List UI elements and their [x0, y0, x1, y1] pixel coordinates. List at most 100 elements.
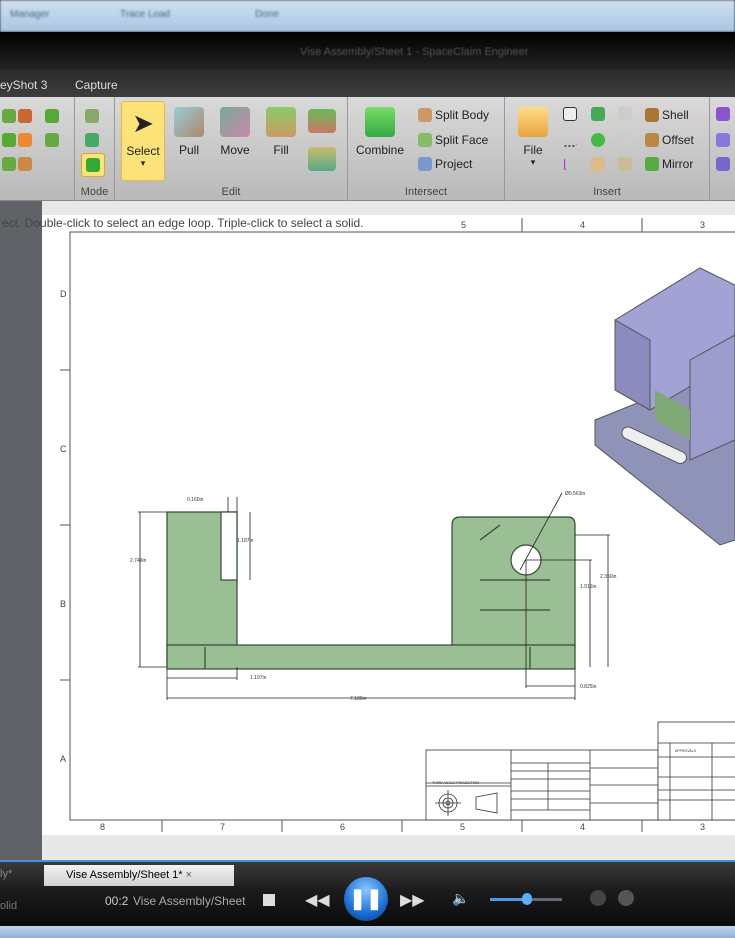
extrude-icon[interactable] — [591, 157, 605, 171]
tab-capture[interactable]: Capture — [75, 78, 118, 92]
dimension-label: 1.197in — [250, 675, 267, 681]
volume-slider[interactable] — [490, 893, 562, 905]
taskbar-item[interactable]: Manager — [10, 9, 49, 20]
media-title: Vise Assembly/Sheet — [133, 894, 246, 908]
button-label: Fill — [273, 143, 289, 157]
shell-button[interactable]: Shell — [645, 108, 689, 122]
rewind-icon[interactable]: ◀◀ — [305, 890, 330, 910]
move-icon — [220, 107, 250, 137]
cylinder-icon[interactable] — [591, 107, 605, 121]
zone-label: 4 — [580, 822, 585, 832]
button-label: Project — [435, 157, 473, 171]
pattern-linear-icon[interactable] — [618, 107, 632, 121]
offset-icon — [645, 133, 659, 147]
zone-label: 4 — [580, 220, 585, 230]
split-body-button[interactable]: Split Body — [418, 108, 489, 122]
pull-button[interactable]: Pull — [167, 101, 211, 177]
close-icon[interactable]: × — [186, 869, 192, 881]
media-player-controls: olid 00:2 Vise Assembly/Sheet ◀◀ ❚❚ ▶▶ 🔈 — [0, 877, 735, 926]
structure-panel — [0, 201, 42, 861]
zone-label: 3 — [700, 220, 705, 230]
volume-handle[interactable] — [522, 893, 532, 905]
file-button[interactable]: File ▾ — [511, 101, 555, 177]
shell-icon — [645, 108, 659, 122]
sphere-icon[interactable] — [591, 133, 605, 147]
folder-icon — [518, 107, 548, 137]
pattern-circular-icon[interactable] — [618, 133, 632, 147]
project-button[interactable]: Project — [418, 157, 472, 171]
fill-button[interactable]: Fill — [259, 101, 303, 177]
button-label: Split Body — [435, 108, 490, 122]
stop-icon[interactable] — [263, 894, 275, 906]
drawing-sheet[interactable]: 5 4 3 8 7 6 5 4 3 D C B A 0.160in 1.187i… — [42, 201, 735, 861]
fast-forward-icon[interactable]: ▶▶ — [400, 890, 425, 910]
insert-group: File ▾ ⌊ Shell Offset Mirror Insert — [505, 97, 710, 201]
assembly-icon[interactable] — [716, 157, 730, 171]
split-body-icon — [418, 108, 432, 122]
replace-icon[interactable] — [308, 109, 336, 133]
mirror-button[interactable]: Mirror — [645, 157, 693, 171]
zone-label: A — [60, 754, 66, 764]
cursor-arrow-icon: ➤ — [132, 108, 154, 138]
projection-label: THIRD ANGLE PROJECTION — [432, 781, 479, 785]
point-icon[interactable] — [18, 133, 32, 147]
dimension-label: 7.186in — [350, 696, 367, 702]
solid-icon — [86, 158, 100, 172]
dimension-label: 0.825in — [580, 684, 597, 690]
trim-icon[interactable] — [18, 109, 32, 123]
fill-icon — [266, 107, 296, 137]
doc-tab-active[interactable]: Vise Assembly/Sheet 1* × — [44, 865, 234, 887]
taskbar-item[interactable]: Done — [255, 9, 279, 20]
circle-icon[interactable] — [2, 133, 16, 147]
shuffle-icon[interactable] — [590, 890, 606, 906]
tweak-face-icon[interactable] — [308, 147, 336, 171]
button-label: File — [523, 143, 543, 157]
edit-group: ➤ Select ▾ Pull Move Fill Edit — [115, 97, 348, 201]
move-button[interactable]: Move — [213, 101, 257, 177]
arc-icon[interactable] — [45, 109, 59, 123]
button-label: Mirror — [662, 157, 694, 171]
project-icon — [418, 157, 432, 171]
section-mode-icon[interactable] — [85, 133, 99, 147]
plane-icon[interactable] — [563, 107, 577, 121]
pull-icon — [174, 107, 204, 137]
group-label: Insert — [593, 186, 621, 198]
select-button[interactable]: ➤ Select ▾ — [121, 101, 165, 181]
volume-fill — [490, 898, 526, 901]
button-label: Shell — [662, 108, 689, 122]
line-icon[interactable] — [2, 109, 16, 123]
assembly-icon[interactable] — [716, 107, 730, 121]
status-hint: ect. Double-click to select an edge loop… — [2, 216, 364, 230]
pause-button[interactable]: ❚❚ — [344, 877, 388, 921]
doc-tab-prev[interactable]: ly* — [0, 868, 12, 880]
zone-label: 5 — [460, 822, 465, 832]
zone-label: B — [60, 599, 66, 609]
fillet-icon[interactable] — [18, 157, 32, 171]
axis-icon[interactable] — [563, 133, 577, 147]
volume-icon[interactable]: 🔈 — [452, 890, 469, 907]
origin-icon[interactable]: ⌊ — [563, 157, 577, 171]
combine-icon — [365, 107, 395, 137]
group-label: Edit — [221, 186, 241, 198]
split-face-button[interactable]: Split Face — [418, 133, 488, 147]
offset-button[interactable]: Offset — [645, 133, 694, 147]
button-label: Move — [220, 143, 250, 157]
group-label: Mode — [80, 186, 109, 198]
dimension-label: 1.915in — [580, 584, 597, 590]
rectangle-icon[interactable] — [45, 133, 59, 147]
3d-mode-button[interactable] — [81, 153, 105, 177]
spline-icon[interactable] — [2, 157, 16, 171]
sketch-mode-icon[interactable] — [85, 109, 99, 123]
ribbon: Mode ➤ Select ▾ Pull Move Fill Edit Combi… — [0, 97, 735, 201]
button-label: Select — [126, 144, 160, 158]
assembly-icon[interactable] — [716, 133, 730, 147]
mirror-icon — [645, 157, 659, 171]
repeat-icon[interactable] — [618, 890, 634, 906]
zone-label: 3 — [700, 822, 705, 832]
sheet-paper — [42, 215, 735, 835]
combine-button[interactable]: Combine — [354, 101, 406, 177]
pattern-grid-icon[interactable] — [618, 157, 632, 171]
tab-keyshot[interactable]: eyShot 3 — [0, 78, 47, 92]
dimension-label: Ø0.563in — [565, 491, 586, 497]
taskbar-item[interactable]: Trace Load — [120, 9, 170, 20]
